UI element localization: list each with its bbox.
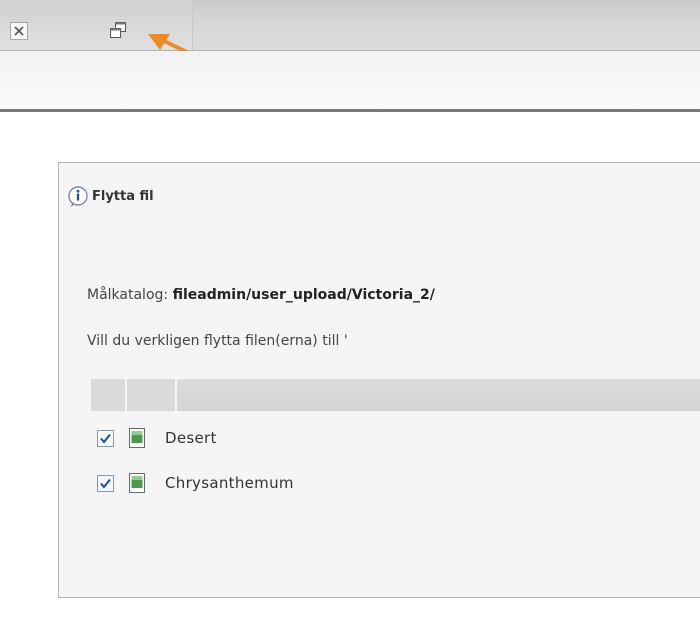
header-icon-cell (127, 379, 175, 411)
docheader-bar (0, 51, 700, 112)
panel-title: Flytta fil (92, 188, 154, 204)
close-icon[interactable] (10, 22, 28, 40)
target-directory-line: Målkatalog: fileadmin/user_upload/Victor… (87, 287, 435, 303)
file-name[interactable]: Chrysanthemum (165, 474, 294, 492)
header-checkbox-cell (91, 379, 125, 411)
info-icon (68, 186, 88, 207)
file-table-header (91, 379, 700, 411)
move-file-panel: Flytta fil Målkatalog: fileadmin/user_up… (58, 162, 700, 598)
file-checkbox[interactable] (97, 429, 114, 447)
panel-header: Flytta fil (67, 183, 154, 209)
file-row: Chrysanthemum (91, 468, 691, 498)
target-label: Målkatalog: (87, 287, 169, 303)
open-in-new-window-icon[interactable] (108, 21, 130, 41)
file-row: Desert (91, 423, 691, 453)
header-name-cell (177, 379, 700, 411)
image-file-icon (129, 473, 145, 493)
target-path: fileadmin/user_upload/Victoria_2/ (172, 287, 435, 303)
image-file-icon (129, 428, 145, 448)
file-name[interactable]: Desert (165, 429, 217, 447)
top-toolbar (0, 0, 700, 51)
confirm-text: Vill du verkligen flytta filen(erna) til… (87, 333, 348, 349)
file-checkbox[interactable] (97, 474, 114, 492)
